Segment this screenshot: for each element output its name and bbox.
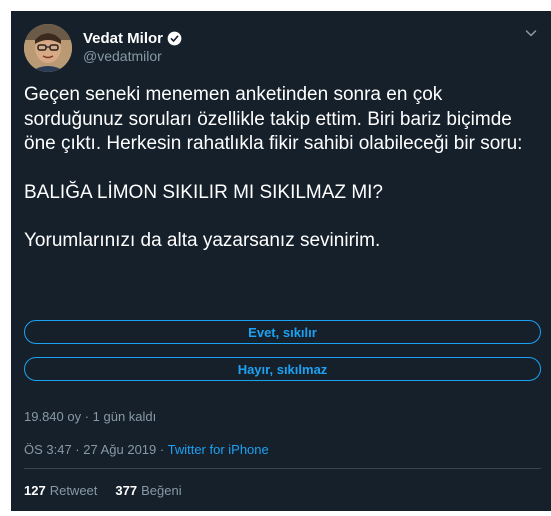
author-block: Vedat Milor @vedatmilor: [83, 28, 182, 64]
source-link[interactable]: Twitter for iPhone: [168, 442, 269, 457]
verified-badge-icon: [167, 31, 182, 46]
tweet-card: Vedat Milor @vedatmilor Geçen seneki men…: [11, 11, 551, 511]
tweet-paragraph: Geçen seneki menemen anketinden sonra en…: [24, 84, 523, 154]
poll-meta: 19.840 oy · 1 gün kaldı: [24, 409, 157, 424]
like-label: Beğeni: [141, 483, 182, 498]
retweet-count: 127: [24, 483, 46, 498]
stats-row: 127 Retweet 377 Beğeni: [24, 483, 182, 498]
tweet-text: Geçen seneki menemen anketinden sonra en…: [24, 83, 539, 278]
display-name[interactable]: Vedat Milor: [83, 30, 163, 47]
avatar-image: [24, 24, 72, 72]
avatar[interactable]: [24, 24, 72, 72]
divider: [24, 468, 541, 469]
tweet-paragraph: Yorumlarınızı da alta yazarsanız sevinir…: [24, 230, 381, 251]
display-name-row: Vedat Milor: [83, 28, 182, 48]
retweet-stat[interactable]: 127 Retweet: [24, 483, 97, 498]
poll-option-label: Hayır, sıkılmaz: [237, 361, 328, 377]
tweet-paragraph: BALIĞA LİMON SIKILIR MI SIKILMAZ MI?: [24, 181, 383, 203]
retweet-label: Retweet: [49, 483, 98, 498]
handle[interactable]: @vedatmilor: [83, 48, 182, 64]
poll-option-label: Evet, sıkılır: [248, 324, 317, 340]
poll-option-yes[interactable]: Evet, sıkılır: [24, 320, 541, 344]
poll-option-no[interactable]: Hayır, sıkılmaz: [24, 357, 541, 381]
timestamp[interactable]: ÖS 3:47 · 27 Ağu 2019 ·: [24, 442, 168, 457]
timestamp-row: ÖS 3:47 · 27 Ağu 2019 · Twitter for iPho…: [24, 442, 269, 457]
like-count: 377: [115, 483, 138, 498]
chevron-down-icon[interactable]: [523, 25, 539, 41]
like-stat[interactable]: 377 Beğeni: [115, 483, 181, 498]
